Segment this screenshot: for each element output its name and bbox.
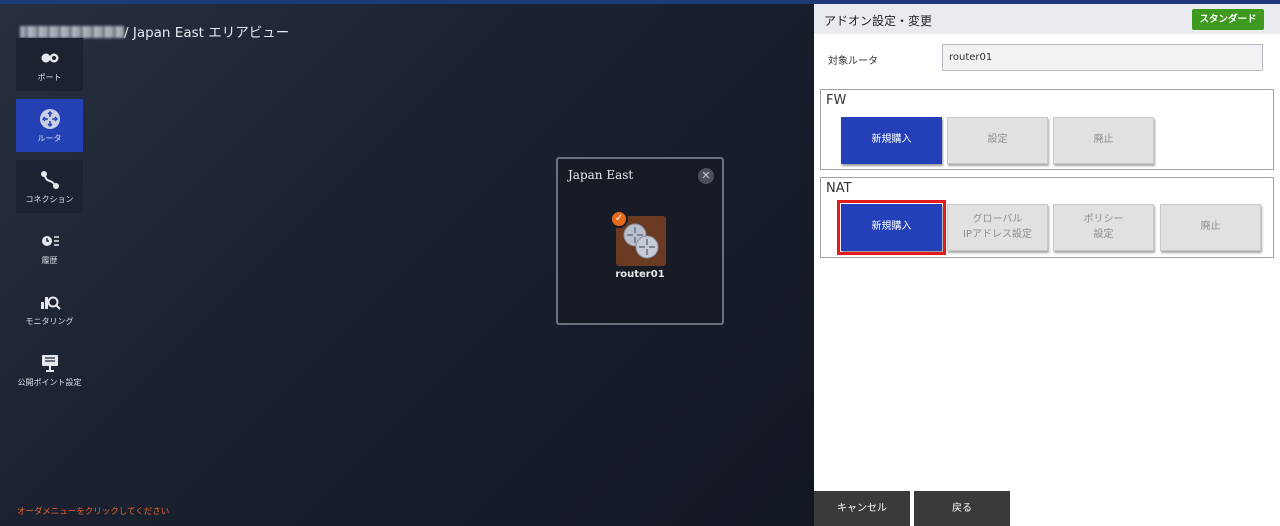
breadcrumb-region: / Japan East エリアビュー xyxy=(124,25,290,41)
monitoring-icon xyxy=(40,296,61,310)
region-title: Japan East xyxy=(568,168,634,182)
redacted-account-name xyxy=(20,26,124,38)
nav-item-history[interactable]: 履歴 xyxy=(16,221,83,274)
nat-new-purchase-button[interactable]: 新規購入 xyxy=(837,200,946,255)
fw-section: FW 新規購入 設定 廃止 xyxy=(820,89,1274,170)
nat-policy-settings-button[interactable]: ポリシー 設定 xyxy=(1053,204,1154,251)
close-icon[interactable]: ✕ xyxy=(698,168,714,184)
nav-item-router[interactable]: ルータ xyxy=(16,99,83,152)
nav-item-monitoring[interactable]: モニタリング xyxy=(16,282,83,335)
panel-title: アドオン設定・変更 xyxy=(824,14,933,28)
connection-icon xyxy=(40,170,59,189)
nav-label: コネクション xyxy=(25,194,74,204)
nav-label: 履歴 xyxy=(41,255,58,265)
fw-cancel-service-button[interactable]: 廃止 xyxy=(1053,117,1154,164)
back-button[interactable]: 戻る xyxy=(914,491,1010,526)
nat-global-ip-settings-button[interactable]: グローバル IPアドレス設定 xyxy=(947,204,1048,251)
fw-new-purchase-button[interactable]: 新規購入 xyxy=(841,117,942,164)
target-router-field[interactable] xyxy=(942,44,1263,71)
public-point-icon xyxy=(41,354,58,372)
port-icon xyxy=(41,53,58,62)
nav-label: ルータ xyxy=(37,133,62,143)
plan-badge: スタンダード xyxy=(1192,9,1264,30)
order-hint: オーダメニューをクリックしてください xyxy=(17,507,170,517)
nav-label: 公開ポイント設定 xyxy=(17,377,82,387)
target-router-label: 対象ルータ xyxy=(828,56,878,67)
nat-section: NAT 新規購入 グローバル IPアドレス設定 ポリシー 設定 廃止 xyxy=(820,177,1274,258)
nat-cancel-service-button[interactable]: 廃止 xyxy=(1160,204,1261,251)
nav-label: モニタリング xyxy=(25,316,74,326)
addon-panel: アドオン設定・変更 スタンダード 対象ルータ FW 新規購入 設定 廃止 NAT… xyxy=(814,4,1280,526)
region-card: Japan East ✕ ✓ router01 xyxy=(556,157,724,325)
nav-item-port[interactable]: ポート xyxy=(16,38,83,91)
nav-label: ポート xyxy=(37,72,62,82)
area-view: / Japan East エリアビュー ポート ルータ コネクション 履歴 モニ… xyxy=(0,4,814,526)
nav-item-public-point[interactable]: 公開ポイント設定 xyxy=(16,343,83,396)
check-icon: ✓ xyxy=(610,210,628,228)
router-name: router01 xyxy=(615,269,665,280)
nat-title: NAT xyxy=(826,181,852,196)
nav-item-connection[interactable]: コネクション xyxy=(16,160,83,213)
cancel-button[interactable]: キャンセル xyxy=(814,491,910,526)
router-icon xyxy=(39,108,60,129)
fw-settings-button[interactable]: 設定 xyxy=(947,117,1048,164)
side-nav: ポート ルータ コネクション 履歴 モニタリング 公開ポイント設定 xyxy=(16,38,84,404)
history-icon xyxy=(41,235,59,246)
fw-title: FW xyxy=(826,93,847,108)
panel-header: アドオン設定・変更 スタンダード xyxy=(814,4,1280,34)
